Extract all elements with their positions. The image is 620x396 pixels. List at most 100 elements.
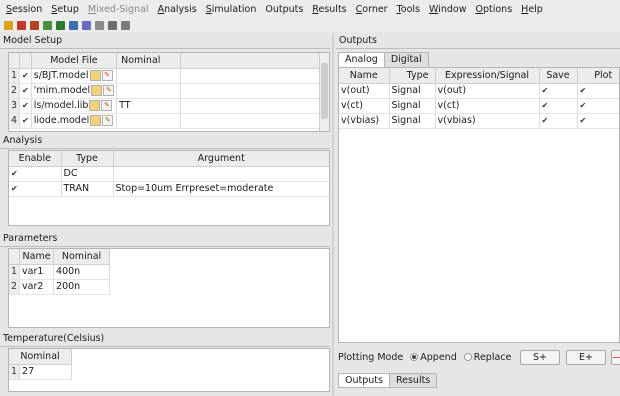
save-checkbox[interactable]: ✔ [539,83,578,99]
results-icon[interactable] [82,20,91,30]
model-setup-scrollbar[interactable] [319,53,329,131]
print-icon[interactable] [108,20,117,30]
parameter-nominal-cell[interactable]: 400n [53,264,111,280]
table-row[interactable]: v(ct) Signal v(ct) ✔ ✔ [339,98,619,114]
browse-folder-icon[interactable] [90,115,102,126]
output-type-column-header[interactable]: Type [389,68,436,84]
browse-folder-icon[interactable] [91,85,103,96]
plot-checkbox[interactable]: ✔ [577,83,619,99]
model-file-cell[interactable]: liode.model ✎ [31,113,118,129]
plot-column-header[interactable]: Plot [577,68,619,84]
table-row[interactable]: ✔ DC [9,166,329,182]
edit-pencil-icon[interactable]: ✎ [101,70,113,81]
table-row[interactable]: 1 var1 400n [9,264,111,280]
save-column-header[interactable]: Save [539,68,578,84]
edit-pencil-icon[interactable]: ✎ [101,100,113,111]
table-row[interactable]: v(vbias) Signal v(vbias) ✔ ✔ [339,113,619,129]
plot-checkbox[interactable]: ✔ [577,113,619,129]
add-signal-button[interactable]: S+ [520,350,560,365]
nominal-column-header[interactable]: Nominal [53,249,111,265]
enable-checkbox[interactable]: ✔ [19,113,32,129]
save-checkbox[interactable]: ✔ [539,113,578,129]
edit-pencil-icon[interactable]: ✎ [103,85,115,96]
table-row[interactable]: 2 var2 200n [9,279,111,295]
tab-digital[interactable]: Digital [383,52,429,67]
menu-corner[interactable]: Corner [356,4,388,15]
append-radio-label[interactable]: Append [420,352,456,363]
type-column-header[interactable]: Type [61,151,114,167]
browse-folder-icon[interactable] [89,100,101,111]
nominal-cell[interactable] [116,83,182,99]
calculator-icon[interactable] [121,20,130,30]
output-expression-cell[interactable]: v(vbias) [435,113,540,129]
analysis-enable-checkbox[interactable]: ✔ [9,181,62,197]
analysis-type-cell[interactable]: DC [61,166,114,182]
output-name-cell[interactable]: v(vbias) [339,113,390,129]
output-name-cell[interactable]: v(ct) [339,98,390,114]
analysis-type-cell[interactable]: TRAN [61,181,114,197]
nominal-cell[interactable] [116,68,182,84]
save-session-icon[interactable] [17,20,26,30]
edit-pencil-icon[interactable]: ✎ [102,115,114,126]
plot-icon[interactable] [95,20,104,30]
parameter-nominal-cell[interactable]: 200n [53,279,111,295]
menu-results[interactable]: Results [312,4,346,15]
output-type-cell[interactable]: Signal [389,98,436,114]
run-icon[interactable] [56,20,65,30]
stop-icon[interactable] [69,20,78,30]
analysis-argument-cell[interactable]: Stop=10um Errpreset=moderate [113,181,329,197]
enable-checkbox[interactable]: ✔ [19,68,32,84]
output-expression-cell[interactable]: v(ct) [435,98,540,114]
menu-analysis[interactable]: Analysis [158,4,197,15]
model-file-column-header[interactable]: Model File [31,53,118,69]
netlist-icon[interactable] [43,20,52,30]
menu-outputs[interactable]: Outputs [265,4,303,15]
panel-splitter[interactable] [332,34,334,396]
temperature-value-cell[interactable]: 27 [19,364,73,380]
output-name-cell[interactable]: v(out) [339,83,390,99]
nominal-cell[interactable] [116,113,182,129]
output-type-cell[interactable]: Signal [389,113,436,129]
tab-analog[interactable]: Analog [338,52,385,67]
append-radio[interactable] [410,353,419,361]
remove-output-button[interactable]: — [611,350,620,365]
model-file-cell[interactable]: s/BJT.model ✎ [31,68,118,84]
menu-options[interactable]: Options [475,4,512,15]
menu-tools[interactable]: Tools [397,4,420,15]
menu-setup[interactable]: Setup [51,4,79,15]
replace-radio[interactable] [463,353,472,361]
enable-checkbox[interactable]: ✔ [19,98,32,114]
output-type-cell[interactable]: Signal [389,83,436,99]
table-row[interactable]: v(out) Signal v(out) ✔ ✔ [339,83,619,99]
enable-checkbox[interactable]: ✔ [19,83,32,99]
name-column-header[interactable]: Name [19,249,55,265]
menu-mixed-signal[interactable]: Mixed-Signal [88,4,149,15]
table-row[interactable]: 1 27 [9,364,73,380]
replace-radio-label[interactable]: Replace [474,352,512,363]
parameter-name-cell[interactable]: var1 [19,264,55,280]
table-row[interactable]: 1 ✔ s/BJT.model ✎ [9,68,321,84]
plot-checkbox[interactable]: ✔ [577,98,619,114]
output-expression-cell[interactable]: v(out) [435,83,540,99]
menu-window[interactable]: Window [429,4,466,15]
nominal-cell[interactable]: TT [116,98,182,114]
save-checkbox[interactable]: ✔ [539,98,578,114]
table-row[interactable]: 3 ✔ ls/model.lib ✎ TT [9,98,321,114]
menu-simulation[interactable]: Simulation [206,4,257,15]
tab-outputs[interactable]: Outputs [338,373,390,388]
enable-column-header[interactable]: Enable [9,151,62,167]
model-file-cell[interactable]: 'mim.model ✎ [31,83,118,99]
temperature-nominal-header[interactable]: Nominal [9,349,73,365]
setup-icon[interactable] [30,20,39,30]
model-file-cell[interactable]: ls/model.lib ✎ [31,98,118,114]
table-row[interactable]: ✔ TRAN Stop=10um Errpreset=moderate [9,181,329,197]
open-session-icon[interactable] [4,20,13,30]
table-row[interactable]: 2 ✔ 'mim.model ✎ [9,83,321,99]
menu-help[interactable]: Help [521,4,543,15]
analysis-enable-checkbox[interactable]: ✔ [9,166,62,182]
nominal-column-header[interactable]: Nominal [116,53,182,69]
menu-session[interactable]: Session [6,4,42,15]
parameter-name-cell[interactable]: var2 [19,279,55,295]
argument-column-header[interactable]: Argument [113,151,329,167]
table-row[interactable]: 4 ✔ liode.model ✎ [9,113,321,129]
